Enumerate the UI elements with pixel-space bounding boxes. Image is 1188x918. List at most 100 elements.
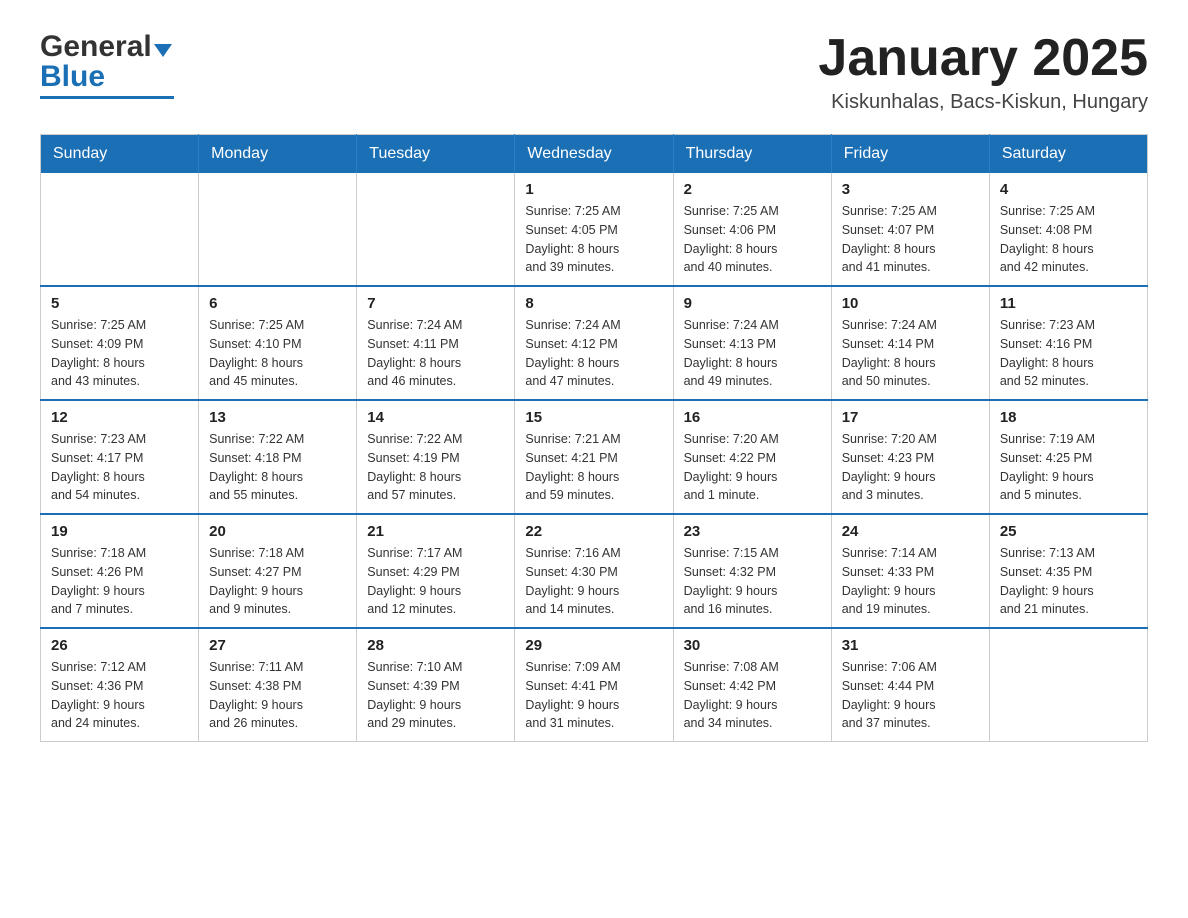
calendar-cell: 13Sunrise: 7:22 AM Sunset: 4:18 PM Dayli…: [199, 400, 357, 514]
calendar-cell: 25 Sunrise: 7:13 AM Sunset: 4:35 PM Dayli…: [989, 514, 1147, 628]
day-number: 23: [684, 523, 821, 540]
page-header: General Blue January 2025 Kiskunhalas, B…: [40, 30, 1148, 114]
week-row-2: 5Sunrise: 7:25 AM Sunset: 4:09 PM Daylig…: [41, 286, 1148, 400]
day-number: 21: [367, 523, 504, 540]
calendar-cell: 30Sunrise: 7:08 AM Sunset: 4:42 PM Dayli…: [673, 628, 831, 742]
calendar-cell: 1 Sunrise: 7:25 AM Sunset: 4:05 PM Daylig…: [515, 173, 673, 286]
day-info: Sunrise: 7:25 AM Sunset: 4:06 PM Dayligh…: [684, 202, 821, 277]
day-number: 20: [209, 523, 346, 540]
day-info: Sunrise: 7:25 AM Sunset: 4:05 PM Dayligh…: [525, 202, 662, 277]
calendar-cell: 15 Sunrise: 7:21 AM Sunset: 4:21 PM Dayli…: [515, 400, 673, 514]
subtitle: Kiskunhalas, Bacs-Kiskun, Hungary: [818, 91, 1148, 114]
week-row-5: 26 Sunrise: 7:12 AM Sunset: 4:36 PM Dayli…: [41, 628, 1148, 742]
day-of-week-tuesday: Tuesday: [357, 135, 515, 174]
day-number: 15: [525, 409, 662, 426]
day-of-week-thursday: Thursday: [673, 135, 831, 174]
week-row-3: 12Sunrise: 7:23 AM Sunset: 4:17 PM Dayli…: [41, 400, 1148, 514]
day-number: 28: [367, 637, 504, 654]
calendar-cell: 11 Sunrise: 7:23 AM Sunset: 4:16 PM Dayli…: [989, 286, 1147, 400]
day-info: Sunrise: 7:22 AM Sunset: 4:19 PM Dayligh…: [367, 430, 504, 505]
day-of-week-friday: Friday: [831, 135, 989, 174]
calendar-cell: [989, 628, 1147, 742]
day-info: Sunrise: 7:22 AM Sunset: 4:18 PM Dayligh…: [209, 430, 346, 505]
day-info: Sunrise: 7:16 AM Sunset: 4:30 PM Dayligh…: [525, 544, 662, 619]
calendar-cell: [199, 173, 357, 286]
day-number: 22: [525, 523, 662, 540]
calendar-cell: 18Sunrise: 7:19 AM Sunset: 4:25 PM Dayli…: [989, 400, 1147, 514]
day-number: 30: [684, 637, 821, 654]
calendar-cell: 31Sunrise: 7:06 AM Sunset: 4:44 PM Dayli…: [831, 628, 989, 742]
calendar-table: SundayMondayTuesdayWednesdayThursdayFrid…: [40, 134, 1148, 742]
calendar-cell: 26 Sunrise: 7:12 AM Sunset: 4:36 PM Dayli…: [41, 628, 199, 742]
day-info: Sunrise: 7:09 AM Sunset: 4:41 PM Dayligh…: [525, 658, 662, 733]
day-info: Sunrise: 7:18 AM Sunset: 4:26 PM Dayligh…: [51, 544, 188, 619]
calendar-cell: 5Sunrise: 7:25 AM Sunset: 4:09 PM Daylig…: [41, 286, 199, 400]
calendar-cell: 10Sunrise: 7:24 AM Sunset: 4:14 PM Dayli…: [831, 286, 989, 400]
day-info: Sunrise: 7:24 AM Sunset: 4:12 PM Dayligh…: [525, 316, 662, 391]
day-number: 3: [842, 181, 979, 198]
day-info: Sunrise: 7:11 AM Sunset: 4:38 PM Dayligh…: [209, 658, 346, 733]
calendar-cell: 27 Sunrise: 7:11 AM Sunset: 4:38 PM Dayli…: [199, 628, 357, 742]
week-row-1: 1 Sunrise: 7:25 AM Sunset: 4:05 PM Daylig…: [41, 173, 1148, 286]
day-number: 14: [367, 409, 504, 426]
day-info: Sunrise: 7:18 AM Sunset: 4:27 PM Dayligh…: [209, 544, 346, 619]
day-info: Sunrise: 7:21 AM Sunset: 4:21 PM Dayligh…: [525, 430, 662, 505]
day-info: Sunrise: 7:12 AM Sunset: 4:36 PM Dayligh…: [51, 658, 188, 733]
calendar-cell: 24Sunrise: 7:14 AM Sunset: 4:33 PM Dayli…: [831, 514, 989, 628]
day-of-week-saturday: Saturday: [989, 135, 1147, 174]
logo: General Blue: [40, 30, 174, 99]
day-info: Sunrise: 7:10 AM Sunset: 4:39 PM Dayligh…: [367, 658, 504, 733]
logo-triangle-icon: [154, 44, 172, 57]
calendar-cell: 6 Sunrise: 7:25 AM Sunset: 4:10 PM Daylig…: [199, 286, 357, 400]
day-info: Sunrise: 7:17 AM Sunset: 4:29 PM Dayligh…: [367, 544, 504, 619]
calendar-cell: 7Sunrise: 7:24 AM Sunset: 4:11 PM Daylig…: [357, 286, 515, 400]
calendar-body: 1 Sunrise: 7:25 AM Sunset: 4:05 PM Daylig…: [41, 173, 1148, 742]
calendar-cell: 20 Sunrise: 7:18 AM Sunset: 4:27 PM Dayli…: [199, 514, 357, 628]
day-info: Sunrise: 7:23 AM Sunset: 4:17 PM Dayligh…: [51, 430, 188, 505]
day-info: Sunrise: 7:24 AM Sunset: 4:14 PM Dayligh…: [842, 316, 979, 391]
day-info: Sunrise: 7:25 AM Sunset: 4:07 PM Dayligh…: [842, 202, 979, 277]
main-title: January 2025: [818, 30, 1148, 87]
day-info: Sunrise: 7:24 AM Sunset: 4:13 PM Dayligh…: [684, 316, 821, 391]
day-of-week-wednesday: Wednesday: [515, 135, 673, 174]
day-info: Sunrise: 7:25 AM Sunset: 4:08 PM Dayligh…: [1000, 202, 1137, 277]
calendar-cell: 8 Sunrise: 7:24 AM Sunset: 4:12 PM Daylig…: [515, 286, 673, 400]
day-number: 11: [1000, 295, 1137, 312]
calendar-cell: 9Sunrise: 7:24 AM Sunset: 4:13 PM Daylig…: [673, 286, 831, 400]
day-number: 27: [209, 637, 346, 654]
day-number: 29: [525, 637, 662, 654]
calendar-cell: 4 Sunrise: 7:25 AM Sunset: 4:08 PM Daylig…: [989, 173, 1147, 286]
calendar-cell: 17Sunrise: 7:20 AM Sunset: 4:23 PM Dayli…: [831, 400, 989, 514]
day-number: 31: [842, 637, 979, 654]
title-section: January 2025 Kiskunhalas, Bacs-Kiskun, H…: [818, 30, 1148, 114]
calendar-cell: 22 Sunrise: 7:16 AM Sunset: 4:30 PM Dayli…: [515, 514, 673, 628]
day-number: 8: [525, 295, 662, 312]
day-number: 25: [1000, 523, 1137, 540]
day-number: 6: [209, 295, 346, 312]
day-info: Sunrise: 7:23 AM Sunset: 4:16 PM Dayligh…: [1000, 316, 1137, 391]
day-info: Sunrise: 7:25 AM Sunset: 4:10 PM Dayligh…: [209, 316, 346, 391]
calendar-cell: 14 Sunrise: 7:22 AM Sunset: 4:19 PM Dayli…: [357, 400, 515, 514]
logo-underline: [40, 96, 174, 99]
day-number: 24: [842, 523, 979, 540]
calendar-cell: 2 Sunrise: 7:25 AM Sunset: 4:06 PM Daylig…: [673, 173, 831, 286]
day-info: Sunrise: 7:20 AM Sunset: 4:23 PM Dayligh…: [842, 430, 979, 505]
calendar-cell: 23Sunrise: 7:15 AM Sunset: 4:32 PM Dayli…: [673, 514, 831, 628]
logo-blue: Blue: [40, 60, 105, 94]
day-number: 4: [1000, 181, 1137, 198]
calendar-cell: [357, 173, 515, 286]
day-of-week-sunday: Sunday: [41, 135, 199, 174]
day-info: Sunrise: 7:25 AM Sunset: 4:09 PM Dayligh…: [51, 316, 188, 391]
calendar-cell: [41, 173, 199, 286]
day-info: Sunrise: 7:13 AM Sunset: 4:35 PM Dayligh…: [1000, 544, 1137, 619]
day-number: 16: [684, 409, 821, 426]
calendar-cell: 21 Sunrise: 7:17 AM Sunset: 4:29 PM Dayli…: [357, 514, 515, 628]
calendar-cell: 3 Sunrise: 7:25 AM Sunset: 4:07 PM Daylig…: [831, 173, 989, 286]
week-row-4: 19Sunrise: 7:18 AM Sunset: 4:26 PM Dayli…: [41, 514, 1148, 628]
day-number: 2: [684, 181, 821, 198]
calendar-cell: 29 Sunrise: 7:09 AM Sunset: 4:41 PM Dayli…: [515, 628, 673, 742]
day-number: 1: [525, 181, 662, 198]
calendar-cell: 28 Sunrise: 7:10 AM Sunset: 4:39 PM Dayli…: [357, 628, 515, 742]
day-info: Sunrise: 7:19 AM Sunset: 4:25 PM Dayligh…: [1000, 430, 1137, 505]
day-number: 26: [51, 637, 188, 654]
